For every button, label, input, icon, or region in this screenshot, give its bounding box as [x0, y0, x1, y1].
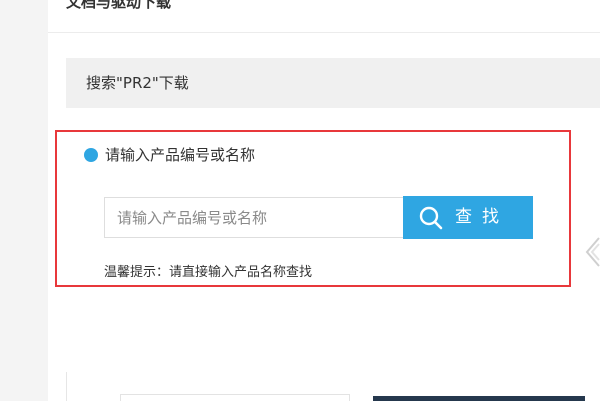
product-card-image[interactable]: [373, 396, 585, 401]
search-icon: [419, 206, 443, 230]
header-divider: [48, 32, 600, 33]
search-result-title: 搜索"PR2"下载: [86, 74, 189, 92]
list-divider: [66, 372, 67, 401]
product-card[interactable]: [120, 394, 350, 401]
bullet-dot-icon: [84, 148, 98, 162]
product-search-input[interactable]: [104, 197, 404, 238]
chevron-left-icon[interactable]: [584, 232, 600, 272]
search-hint: 温馨提示：请直接输入产品名称查找: [104, 265, 313, 280]
search-section-label: 请输入产品编号或名称: [105, 146, 256, 164]
page-title: 文档与驱动下载: [66, 0, 172, 11]
search-title-bar: 搜索"PR2"下载: [66, 58, 600, 108]
search-button-label: 查找: [455, 207, 509, 227]
search-button[interactable]: 查找: [403, 196, 533, 239]
